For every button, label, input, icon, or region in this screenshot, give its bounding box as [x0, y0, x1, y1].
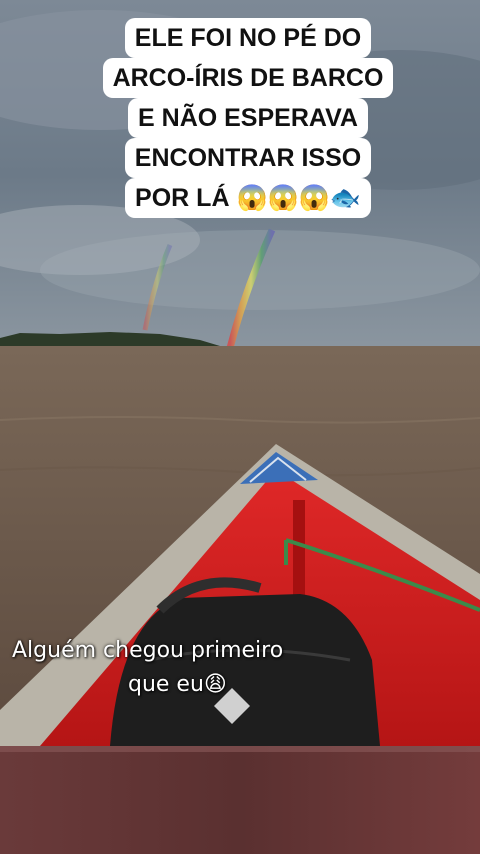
caption-line: ENCONTRAR ISSO [124, 138, 372, 178]
overlay-line-2-wrap: que eu😩 [12, 668, 372, 702]
overlay-caption: Alguém chegou primeiro que eu😩 [12, 634, 372, 702]
caption-line: ELE FOI NO PÉ DO [124, 18, 372, 58]
caption-box: ELE FOI NO PÉ DO ARCO-ÍRIS DE BARCO E NÃ… [82, 18, 414, 218]
overlay-line-2: que eu [128, 672, 204, 697]
caption-line: E NÃO ESPERAVA [128, 98, 368, 138]
caption-line: POR LÁ 😱😱😱🐟 [125, 178, 371, 218]
bottom-blur-band [0, 746, 480, 854]
video-frame: ELE FOI NO PÉ DO ARCO-ÍRIS DE BARCO E NÃ… [0, 0, 480, 854]
overlay-line-1: Alguém chegou primeiro [12, 638, 284, 663]
caption-line: ARCO-ÍRIS DE BARCO [102, 58, 394, 98]
weary-face-icon: 😩 [203, 672, 227, 697]
